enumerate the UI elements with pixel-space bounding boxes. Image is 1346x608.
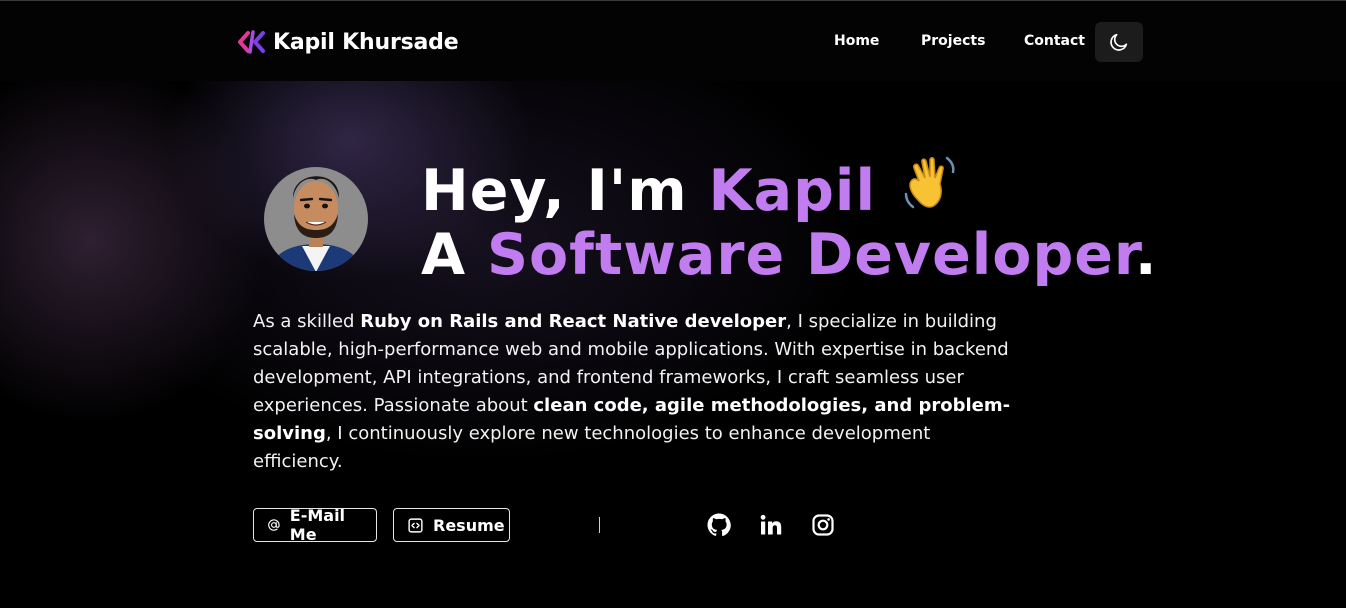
linkedin-icon[interactable] — [759, 513, 783, 537]
hero-name: Kapil — [708, 158, 877, 224]
intro-paragraph: As a skilled Ruby on Rails and React Nat… — [253, 308, 1013, 476]
nav-home-link[interactable]: Home — [834, 33, 879, 49]
brand-logo-icon — [238, 30, 265, 54]
hero-headline: Hey, I'm Kapil A Software Developer. — [421, 150, 1158, 285]
greeting-prefix: Hey, I'm — [421, 158, 709, 224]
hero-role: Software Developer — [486, 222, 1135, 288]
resume-label: Resume — [433, 515, 505, 535]
role-prefix: A — [421, 222, 487, 288]
role-suffix: . — [1134, 222, 1158, 288]
intro-bold-1: Ruby on Rails and React Native developer — [360, 311, 787, 332]
avatar — [264, 167, 368, 271]
code-file-icon — [408, 517, 423, 533]
at-sign-icon — [268, 519, 280, 531]
instagram-icon[interactable] — [811, 513, 835, 537]
github-icon[interactable] — [707, 513, 731, 537]
email-me-label: E-Mail Me — [289, 506, 346, 544]
navbar: Kapil Khursade Home Projects Contact — [0, 1, 1346, 81]
waving-hand-icon — [898, 150, 962, 225]
resume-button[interactable]: Resume — [393, 508, 510, 542]
brand-name: Kapil Khursade — [273, 29, 459, 55]
nav-projects-link[interactable]: Projects — [921, 33, 985, 49]
intro-text-1: As a skilled — [253, 311, 361, 332]
moon-icon — [1110, 33, 1128, 51]
email-me-button[interactable]: E-Mail Me — [253, 506, 377, 544]
divider — [599, 517, 600, 533]
intro-text-3: , I continuously explore new technologie… — [253, 423, 931, 472]
brand[interactable]: Kapil Khursade — [238, 27, 459, 57]
theme-toggle-button[interactable] — [1095, 22, 1143, 62]
nav-contact-link[interactable]: Contact — [1024, 33, 1085, 49]
